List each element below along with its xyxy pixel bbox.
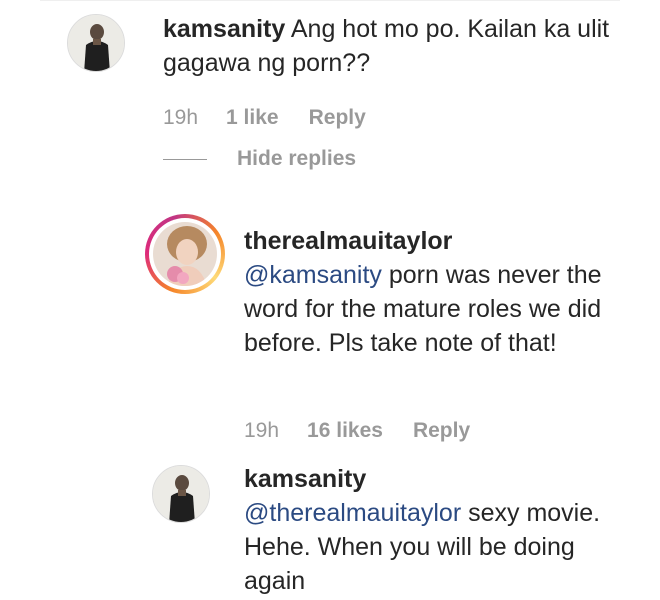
reply-mention[interactable]: @therealmauitaylor (244, 499, 461, 527)
avatar-therealmauitaylor[interactable] (145, 214, 225, 294)
reply-time: 19h (244, 419, 280, 442)
reply-text: therealmauitaylor @kamsanity porn was ne… (244, 224, 624, 360)
comment-likes[interactable]: 1 like (226, 106, 279, 130)
profile-photo (153, 222, 217, 286)
avatar-kamsanity[interactable] (67, 14, 125, 72)
comment-meta: 19h 1 like Reply (163, 106, 366, 130)
comment-time: 19h (163, 106, 199, 129)
reply-meta: 19h 16 likes Reply (244, 419, 470, 443)
reply-mention[interactable]: @kamsanity (244, 261, 382, 289)
reply-button[interactable]: Reply (309, 106, 366, 130)
comment-text: kamsanity Ang hot mo po. Kailan ka ulit … (163, 12, 633, 80)
reply-text: kamsanity @therealmauitaylor sexy movie.… (244, 462, 624, 598)
story-ring-gap (149, 218, 221, 290)
reply-username[interactable]: kamsanity (244, 462, 624, 496)
person-avatar-icon (153, 466, 209, 522)
avatar-kamsanity[interactable] (152, 465, 210, 523)
hide-replies-line (163, 158, 207, 160)
hide-replies-button[interactable]: Hide replies (237, 147, 356, 171)
person-avatar-icon (68, 15, 124, 71)
reply-likes[interactable]: 16 likes (307, 419, 383, 443)
comment-username[interactable]: kamsanity (163, 15, 285, 43)
divider (40, 0, 620, 1)
reply-button[interactable]: Reply (413, 419, 470, 443)
reply-username[interactable]: therealmauitaylor (244, 224, 624, 258)
person-photo-icon (153, 222, 217, 286)
hide-replies-row[interactable]: Hide replies (163, 147, 356, 171)
